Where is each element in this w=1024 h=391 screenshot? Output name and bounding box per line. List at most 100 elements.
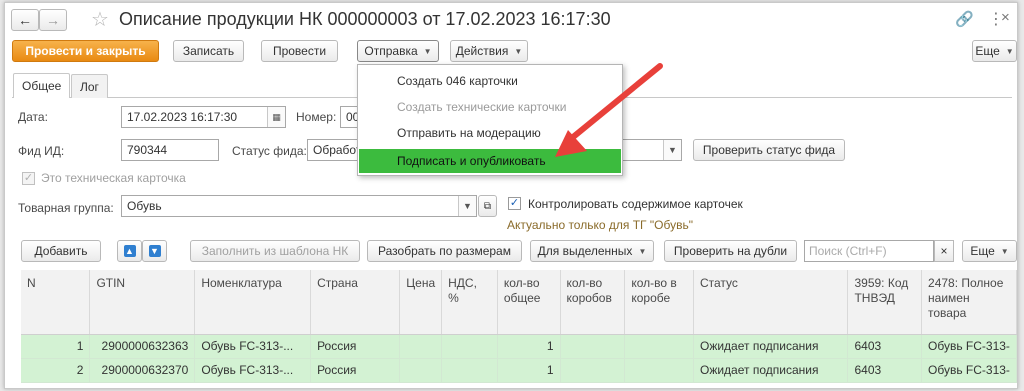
technical-card-checkbox[interactable]: ✓ — [22, 172, 35, 185]
cell-tnved: 6403 — [847, 358, 923, 383]
more-button[interactable]: Еще ▼ — [972, 40, 1017, 62]
table-row[interactable]: 1 2900000632363 Обувь FC-313-... Россия … — [21, 334, 1017, 359]
close-icon[interactable]: × — [1001, 9, 1010, 26]
arrow-right-icon: → — [46, 12, 60, 28]
table-more-label: Еще — [970, 244, 995, 258]
feed-status-value: Обработ — [313, 143, 361, 157]
caret-down-icon: ▼ — [1005, 46, 1014, 56]
control-note: Актуально только для ТГ "Обувь" — [507, 218, 693, 232]
col-header-tnved[interactable]: 3959: Код ТНВЭД — [847, 270, 923, 335]
move-down-button[interactable]: ▼ — [142, 240, 167, 262]
technical-card-label: Это техническая карточка — [41, 171, 186, 185]
arrow-up-icon: ▲ — [123, 245, 136, 257]
cell-country: Россия — [310, 334, 401, 359]
send-dropdown-button[interactable]: Отправка ▼ — [357, 40, 439, 62]
control-content-checkbox[interactable]: ✓ — [508, 197, 521, 210]
table-row[interactable]: 2 2900000632370 Обувь FC-313-... Россия … — [21, 358, 1017, 383]
cell-tnved: 6403 — [847, 334, 923, 359]
cell-qty-total: 1 — [497, 358, 561, 383]
cell-status: Ожидает подписания — [693, 334, 849, 359]
date-field[interactable]: 17.02.2023 16:17:30 — [121, 106, 286, 128]
col-header-nomenclature[interactable]: Номенклатура — [194, 270, 312, 335]
control-content-label: Контролировать содержимое карточек — [528, 197, 743, 211]
feed-id-label: Фид ИД: — [18, 144, 65, 158]
cell-qty-boxes — [560, 358, 626, 383]
col-header-country[interactable]: Страна — [310, 270, 401, 335]
arrow-down-icon: ▼ — [148, 245, 161, 257]
col-header-n[interactable]: N — [21, 270, 91, 335]
forward-button[interactable]: → — [39, 9, 67, 31]
back-button[interactable]: ← — [11, 9, 39, 31]
fill-from-template-button[interactable]: Заполнить из шаблона НК — [190, 240, 360, 262]
calendar-icon[interactable]: ▦ — [267, 107, 285, 127]
document-window: ← → ☆ Описание продукции НК 000000003 от… — [4, 2, 1018, 389]
for-selected-dropdown[interactable]: Для выделенных ▼ — [530, 240, 654, 262]
feed-id-field[interactable]: 790344 — [121, 139, 219, 161]
clear-search-button[interactable]: × — [934, 240, 954, 262]
cell-price — [399, 358, 443, 383]
caret-down-icon[interactable]: ▼ — [458, 196, 476, 216]
arrow-left-icon: ← — [18, 12, 32, 28]
cell-gtin: 2900000632363 — [89, 334, 196, 359]
cell-nomenclature: Обувь FC-313-... — [194, 334, 312, 359]
col-header-gtin[interactable]: GTIN — [89, 270, 196, 335]
check-feed-status-button[interactable]: Проверить статус фида — [693, 139, 845, 161]
col-header-status[interactable]: Статус — [693, 270, 849, 335]
cell-qty-boxes — [560, 334, 626, 359]
cell-n: 1 — [21, 334, 91, 359]
date-label: Дата: — [18, 110, 48, 124]
cell-qty-per-box — [624, 358, 694, 383]
cell-status: Ожидает подписания — [693, 358, 849, 383]
actions-label: Действия — [455, 44, 509, 58]
cell-full-name: Обувь FC-313- — [921, 358, 1017, 383]
col-header-qty-total[interactable]: кол-во общее — [497, 270, 561, 335]
col-header-vat[interactable]: НДС, % — [441, 270, 498, 335]
save-button[interactable]: Записать — [173, 40, 244, 62]
search-placeholder: Поиск (Ctrl+F) — [809, 244, 887, 258]
table-more-button[interactable]: Еще ▼ — [962, 240, 1017, 262]
search-input[interactable]: Поиск (Ctrl+F) — [804, 240, 934, 262]
for-selected-label: Для выделенных — [537, 244, 633, 258]
post-and-close-button[interactable]: Провести и закрыть — [12, 40, 159, 62]
cell-nomenclature: Обувь FC-313-... — [194, 358, 312, 383]
title-bar: ← → ☆ Описание продукции НК 000000003 от… — [5, 3, 1017, 37]
feed-status-field[interactable]: Обработ — [307, 139, 361, 161]
cell-full-name: Обувь FC-313- — [921, 334, 1017, 359]
product-group-field[interactable]: Обувь ▼ — [121, 195, 477, 217]
split-by-sizes-button[interactable]: Разобрать по размерам — [367, 240, 522, 262]
cell-qty-total: 1 — [497, 334, 561, 359]
caret-down-icon: ▼ — [1000, 246, 1009, 256]
feed-id-value: 790344 — [127, 143, 168, 157]
post-button[interactable]: Провести — [261, 40, 338, 62]
col-header-full-name[interactable]: 2478: Полное наимен товара — [921, 270, 1017, 335]
send-label: Отправка — [364, 44, 418, 58]
date-value: 17.02.2023 16:17:30 — [127, 110, 238, 124]
product-group-label: Товарная группа: — [18, 201, 114, 215]
add-row-button[interactable]: Добавить — [21, 240, 101, 262]
move-up-button[interactable]: ▲ — [117, 240, 142, 262]
col-header-qty-per-box[interactable]: кол-во в коробе — [624, 270, 694, 335]
close-icon: × — [940, 244, 948, 258]
cell-vat — [441, 358, 498, 383]
link-icon[interactable]: 🔗 — [955, 10, 974, 28]
cell-qty-per-box — [624, 334, 694, 359]
table-header-row: N GTIN Номенклатура Страна Цена НДС, % к… — [21, 270, 1017, 335]
annotation-arrow — [555, 63, 663, 157]
feed-status-label: Статус фида: — [232, 144, 307, 158]
col-header-qty-boxes[interactable]: кол-во коробов — [560, 270, 626, 335]
tab-log[interactable]: Лог — [71, 74, 108, 98]
tab-general[interactable]: Общее — [13, 73, 71, 98]
favorite-star-icon[interactable]: ☆ — [91, 7, 109, 32]
caret-down-icon: ▼ — [423, 46, 432, 56]
check-duplicates-button[interactable]: Проверить на дубли — [664, 240, 797, 262]
caret-down-icon: ▼ — [514, 46, 523, 56]
products-table: N GTIN Номенклатура Страна Цена НДС, % к… — [21, 270, 1017, 383]
caret-down-icon: ▼ — [638, 246, 647, 256]
cell-n: 2 — [21, 358, 91, 383]
cell-price — [399, 334, 443, 359]
col-header-price[interactable]: Цена — [399, 270, 443, 335]
window-title: Описание продукции НК 000000003 от 17.02… — [119, 9, 611, 29]
cell-vat — [441, 334, 498, 359]
open-product-group-button[interactable]: ⧉ — [478, 195, 497, 217]
product-group-value: Обувь — [127, 199, 162, 213]
